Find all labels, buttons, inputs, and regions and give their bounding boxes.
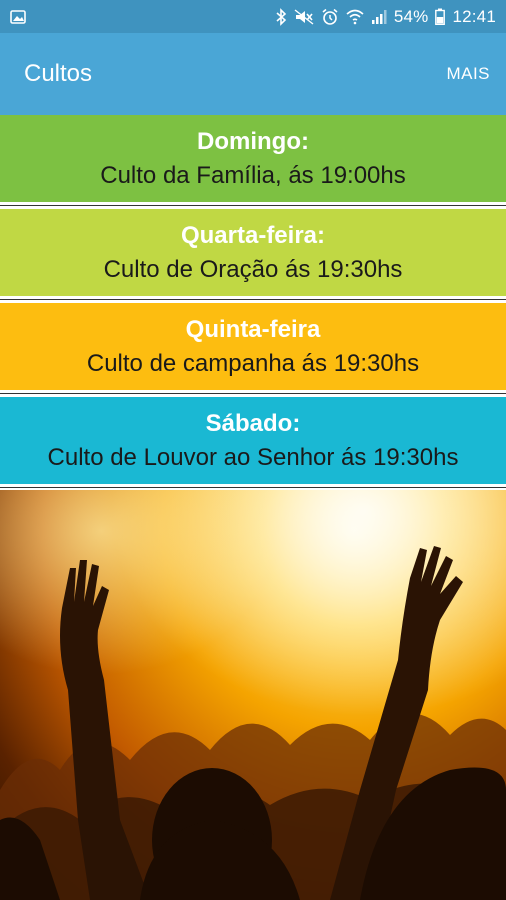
day-card-thursday: Quinta-feira Culto de campanha ás 19:30h… xyxy=(0,303,506,390)
status-right: 54% 12:41 xyxy=(275,7,496,27)
day-card-saturday: Sábado: Culto de Louvor ao Senhor ás 19:… xyxy=(0,397,506,484)
day-name: Quarta-feira: xyxy=(180,221,326,249)
battery-icon xyxy=(435,8,446,25)
page-title: Cultos xyxy=(24,60,93,87)
divider xyxy=(0,202,506,209)
crowd-silhouette xyxy=(0,490,506,900)
day-card-wednesday: Quarta-feira: Culto de Oração ás 19:30hs xyxy=(0,209,506,296)
service-time: Culto de campanha ás 19:30hs xyxy=(86,349,420,377)
service-time: Culto da Família, ás 19:00hs xyxy=(100,161,406,189)
day-name: Quinta-feira xyxy=(185,315,321,343)
wifi-icon xyxy=(346,9,364,25)
bluetooth-icon xyxy=(275,7,287,26)
divider xyxy=(0,390,506,397)
image-icon xyxy=(10,9,26,25)
mute-icon xyxy=(294,8,314,25)
more-button[interactable]: MAIS xyxy=(446,64,490,84)
worship-crowd-image xyxy=(0,490,506,900)
clock: 12:41 xyxy=(452,6,496,26)
status-bar: 54% 12:41 xyxy=(0,0,506,33)
status-left xyxy=(10,9,26,25)
alarm-icon xyxy=(321,8,339,26)
service-schedule: Domingo: Culto da Família, ás 19:00hs Qu… xyxy=(0,115,506,491)
battery-percent: 54% xyxy=(393,6,429,26)
signal-icon xyxy=(371,9,387,25)
divider xyxy=(0,296,506,303)
service-time: Culto de Louvor ao Senhor ás 19:30hs xyxy=(47,443,459,471)
day-name: Sábado: xyxy=(205,409,301,437)
app-bar: Cultos MAIS xyxy=(0,33,506,115)
service-time: Culto de Oração ás 19:30hs xyxy=(103,255,403,283)
day-card-sunday: Domingo: Culto da Família, ás 19:00hs xyxy=(0,115,506,202)
day-name: Domingo: xyxy=(197,127,309,155)
